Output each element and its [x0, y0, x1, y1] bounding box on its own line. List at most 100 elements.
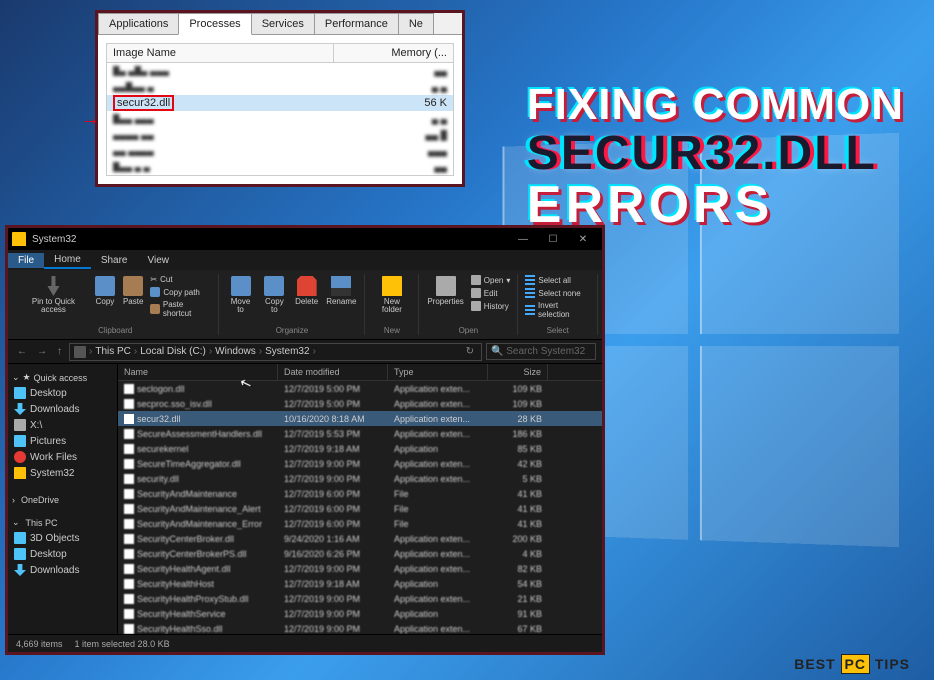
file-row[interactable]: SecureTimeAggregator.dll12/7/2019 9:00 P… — [118, 456, 602, 471]
file-row[interactable]: security.dll12/7/2019 9:00 PMApplication… — [118, 471, 602, 486]
crumb-system32[interactable]: System32 — [265, 346, 309, 357]
tab-performance[interactable]: Performance — [314, 13, 399, 34]
highlight-arrow-icon: → — [80, 108, 100, 131]
process-row[interactable]: █▄▄ ▄▄▄▄ ▄ — [107, 111, 453, 127]
rename-button[interactable]: Rename — [324, 274, 358, 308]
tab-networking[interactable]: Ne — [398, 13, 434, 34]
edit-button[interactable]: Edit — [470, 287, 512, 299]
close-button[interactable]: ✕ — [568, 234, 598, 245]
sidebar-quick-access[interactable]: ⌄★ Quick access — [8, 368, 117, 385]
sidebar-item-3d-objects[interactable]: 3D Objects — [8, 530, 117, 546]
cut-button[interactable]: ✂Cut — [149, 274, 212, 285]
crumb-windows[interactable]: Windows — [215, 346, 256, 357]
refresh-button[interactable]: ↻ — [463, 346, 477, 357]
file-row[interactable]: SecurityHealthProxyStub.dll12/7/2019 9:0… — [118, 591, 602, 606]
history-button[interactable]: History — [470, 300, 512, 312]
col-memory[interactable]: Memory (... — [334, 44, 453, 62]
file-row[interactable]: secproc.sso_isv.dll12/7/2019 5:00 PMAppl… — [118, 396, 602, 411]
file-row[interactable]: SecurityHealthService12/7/2019 9:00 PMAp… — [118, 606, 602, 621]
move-to-button[interactable]: Move to — [225, 274, 255, 316]
file-row[interactable]: SecureAssessmentHandlers.dll12/7/2019 5:… — [118, 426, 602, 441]
file-icon — [124, 459, 134, 469]
process-row[interactable]: ▄▄ ▄▄▄▄▄▄▄ — [107, 143, 453, 159]
pin-button[interactable]: Pin to Quick access — [18, 274, 89, 316]
ribbon-tab-home[interactable]: Home — [44, 252, 91, 269]
file-row[interactable]: SecurityCenterBrokerPS.dll9/16/2020 6:26… — [118, 546, 602, 561]
task-manager-window: → Applications Processes Services Perfor… — [95, 10, 465, 187]
sidebar-item-system32[interactable]: System32 — [8, 465, 117, 481]
new-folder-button[interactable]: New folder — [371, 274, 412, 316]
sidebar-this-pc[interactable]: ⌄ This PC — [8, 513, 117, 530]
maximize-button[interactable]: ☐ — [538, 234, 568, 245]
process-row[interactable]: ▄▄█▄▄ ▄▄ ▄ — [107, 79, 453, 95]
open-icon — [471, 275, 481, 285]
file-row[interactable]: SecurityHealthSso.dll12/7/2019 9:00 PMAp… — [118, 621, 602, 634]
work-icon — [14, 451, 26, 463]
nav-back-button[interactable]: ← — [14, 346, 30, 357]
file-row[interactable]: secur32.dll10/16/2020 8:18 AMApplication… — [118, 411, 602, 426]
copy-path-icon — [150, 287, 160, 297]
copy-to-button[interactable]: Copy to — [260, 274, 289, 316]
paste-button[interactable]: Paste — [121, 274, 145, 308]
col-name[interactable]: Name — [118, 364, 278, 380]
nav-up-button[interactable]: ↑ — [54, 346, 65, 357]
file-row[interactable]: SecurityHealthAgent.dll12/7/2019 9:00 PM… — [118, 561, 602, 576]
delete-icon — [297, 276, 317, 296]
secur32-highlight: secur32.dll — [113, 95, 174, 111]
sidebar-item-downloads-pc[interactable]: Downloads — [8, 562, 117, 578]
copy-path-button[interactable]: Copy path — [149, 286, 212, 298]
ribbon-tab-share[interactable]: Share — [91, 253, 138, 268]
file-row[interactable]: SecurityAndMaintenance_Error12/7/2019 6:… — [118, 516, 602, 531]
col-size[interactable]: Size — [488, 364, 548, 380]
chevron-icon: ⌄ — [12, 372, 20, 383]
process-row[interactable]: ▄▄▄▄ ▄▄▄▄ █ — [107, 127, 453, 143]
nav-forward-button[interactable]: → — [34, 346, 50, 357]
file-row[interactable]: SecurityAndMaintenance12/7/2019 6:00 PMF… — [118, 486, 602, 501]
ribbon-tab-view[interactable]: View — [138, 253, 180, 268]
open-button[interactable]: Open ▾ — [470, 274, 512, 286]
file-row[interactable]: SecurityCenterBroker.dll9/24/2020 1:16 A… — [118, 531, 602, 546]
search-input[interactable]: 🔍 Search System32 — [486, 343, 596, 360]
sidebar-item-desktop-pc[interactable]: Desktop — [8, 546, 117, 562]
edit-icon — [471, 288, 481, 298]
file-list-header: Name Date modified Type Size — [118, 364, 602, 381]
file-row[interactable]: seclogon.dll12/7/2019 5:00 PMApplication… — [118, 381, 602, 396]
col-image-name[interactable]: Image Name — [107, 44, 334, 62]
select-none-button[interactable]: Select none — [524, 287, 591, 299]
tab-processes[interactable]: Processes — [178, 13, 251, 35]
sidebar-item-downloads[interactable]: Downloads — [8, 401, 117, 417]
properties-button[interactable]: Properties — [425, 274, 465, 308]
tab-applications[interactable]: Applications — [98, 13, 179, 34]
window-title: System32 — [32, 234, 76, 245]
invert-selection-button[interactable]: Invert selection — [524, 300, 591, 320]
breadcrumb[interactable]: › This PC › Local Disk (C:) › Windows › … — [69, 343, 482, 361]
crumb-local-disk[interactable]: Local Disk (C:) — [140, 346, 206, 357]
sidebar-item-drive[interactable]: X:\ — [8, 417, 117, 433]
minimize-button[interactable]: — — [508, 234, 538, 245]
col-type[interactable]: Type — [388, 364, 488, 380]
desktop-icon — [14, 548, 26, 560]
file-row[interactable]: SecurityHealthHost12/7/2019 9:18 AMAppli… — [118, 576, 602, 591]
ribbon-tab-file[interactable]: File — [8, 253, 44, 268]
select-all-button[interactable]: Select all — [524, 274, 591, 286]
sidebar-item-workfiles[interactable]: Work Files — [8, 449, 117, 465]
sidebar-onedrive[interactable]: › OneDrive — [8, 491, 117, 507]
file-row[interactable]: securekernel12/7/2019 9:18 AMApplication… — [118, 441, 602, 456]
status-bar: 4,669 items 1 item selected 28.0 KB — [8, 634, 602, 652]
sidebar-item-desktop[interactable]: Desktop — [8, 385, 117, 401]
process-row[interactable]: █▄▄ ▄ ▄▄▄ — [107, 159, 453, 175]
copy-button[interactable]: Copy — [93, 274, 117, 308]
3d-icon — [14, 532, 26, 544]
delete-button[interactable]: Delete — [293, 274, 320, 308]
sidebar-item-pictures[interactable]: Pictures — [8, 433, 117, 449]
new-group-label: New — [384, 326, 400, 335]
file-row[interactable]: SecurityAndMaintenance_Alert12/7/2019 6:… — [118, 501, 602, 516]
process-row[interactable]: █▄ ▄█▄ ▄▄▄▄▄ — [107, 63, 453, 79]
tab-services[interactable]: Services — [251, 13, 315, 34]
explorer-titlebar[interactable]: System32 — ☐ ✕ — [8, 228, 602, 250]
process-row-secur32[interactable]: secur32.dll 56 K — [107, 95, 453, 111]
file-icon — [124, 414, 134, 424]
col-date[interactable]: Date modified — [278, 364, 388, 380]
crumb-this-pc[interactable]: This PC — [95, 346, 131, 357]
paste-shortcut-button[interactable]: Paste shortcut — [149, 299, 212, 319]
